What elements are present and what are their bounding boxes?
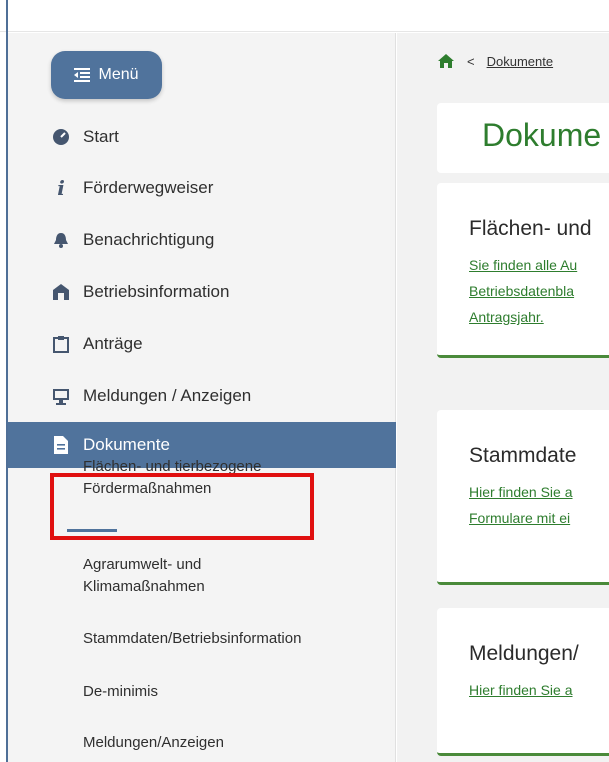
sidebar-item-label: Betriebsinformation xyxy=(83,282,230,301)
sidebar-item-label: Förderwegweiser xyxy=(83,178,214,197)
sidebar-item-label: Dokumente xyxy=(83,435,170,454)
card-heading: Meldungen/ xyxy=(469,642,579,665)
card-link-line[interactable]: Hier finden Sie a xyxy=(469,480,573,504)
menu-button[interactable]: Menü xyxy=(51,51,162,99)
card-flaechen[interactable]: Flächen- und Sie finden alle Au Betriebs… xyxy=(437,183,609,358)
subnav-item-label: De-minimis xyxy=(83,683,158,700)
subnav-item-meldungen[interactable]: Meldungen/Anzeigen xyxy=(83,732,383,754)
sidebar-item-label: Meldungen / Anzeigen xyxy=(83,386,252,405)
card-link-line[interactable]: Betriebsdatenbla xyxy=(469,279,574,303)
card-stammdaten[interactable]: Stammdate Hier finden Sie a Formulare mi… xyxy=(437,410,609,585)
clipboard-icon xyxy=(52,335,70,353)
sidebar-item-label: Benachrichtigung xyxy=(83,230,215,249)
menu-button-label: Menü xyxy=(98,66,139,83)
subnav-item-deminimis[interactable]: De-minimis xyxy=(83,681,383,703)
sidebar-item-antraege[interactable]: Anträge xyxy=(8,324,396,364)
breadcrumb: < Dokumente xyxy=(437,53,553,69)
card-heading: Stammdate xyxy=(469,444,577,467)
monitor-icon xyxy=(52,387,70,405)
bell-icon xyxy=(52,231,70,249)
sidebar-item-label: Start xyxy=(83,127,119,146)
sidebar: Menü Start i Förderwegweiser Benachricht… xyxy=(8,33,396,762)
document-icon xyxy=(52,436,70,454)
sidebar-item-start[interactable]: Start xyxy=(8,117,396,157)
breadcrumb-link-dokumente[interactable]: Dokumente xyxy=(487,54,553,69)
main-content: < Dokumente Dokume Flächen- und Sie find… xyxy=(397,33,609,762)
dashboard-icon xyxy=(52,128,70,146)
sidebar-item-benachrichtigung[interactable]: Benachrichtigung xyxy=(8,220,396,260)
subnav-item-stammdaten[interactable]: Stammdaten/Betriebsinformation xyxy=(83,628,383,650)
breadcrumb-separator: < xyxy=(467,53,475,69)
subnav-item-label: Stammdaten/Betriebsinformation xyxy=(83,630,302,647)
home-icon[interactable] xyxy=(437,53,455,69)
title-card: Dokume xyxy=(437,103,609,173)
sidebar-item-label: Anträge xyxy=(83,334,143,353)
sidebar-item-betriebsinformation[interactable]: Betriebsinformation xyxy=(8,272,396,312)
card-link-line[interactable]: Hier finden Sie a xyxy=(469,678,573,702)
subnav-item-label: Agrarumwelt- und Klimamaßnahmen xyxy=(83,556,205,595)
card-heading: Flächen- und xyxy=(469,217,592,240)
page-title: Dokume xyxy=(482,117,602,153)
barn-icon xyxy=(52,283,70,301)
subnav-item-agrarumwelt[interactable]: Agrarumwelt- und Klimamaßnahmen xyxy=(83,554,383,598)
menu-collapse-icon xyxy=(74,68,91,82)
card-link-line[interactable]: Antragsjahr. xyxy=(469,305,544,329)
card-link-line[interactable]: Formulare mit ei xyxy=(469,506,570,530)
sidebar-item-foerderwegweiser[interactable]: i Förderwegweiser xyxy=(8,168,396,208)
top-bar xyxy=(0,0,609,32)
subnav-item-label: Meldungen/Anzeigen xyxy=(83,734,224,751)
highlight-box xyxy=(50,473,314,540)
card-link-line[interactable]: Sie finden alle Au xyxy=(469,253,577,277)
info-icon: i xyxy=(57,176,65,200)
sidebar-item-meldungen[interactable]: Meldungen / Anzeigen xyxy=(8,376,396,416)
card-meldungen[interactable]: Meldungen/ Hier finden Sie a xyxy=(437,608,609,756)
